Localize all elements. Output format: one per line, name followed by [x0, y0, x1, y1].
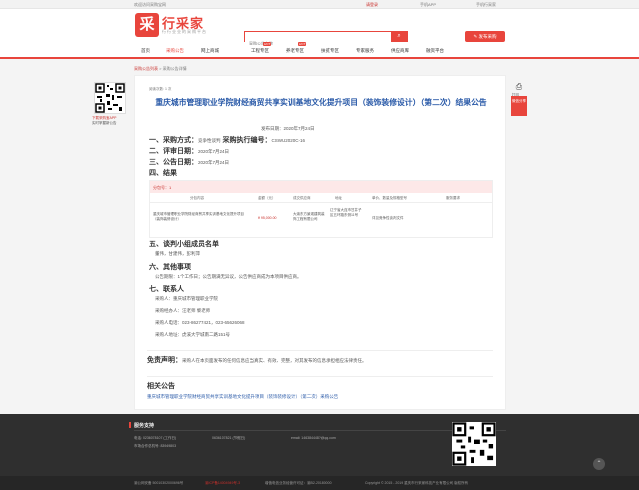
wechat-share-button[interactable]: 微信分享	[511, 96, 527, 116]
procurement-method: 一、采购方式：竞争性谈判 采购执行编号：CSWU2020C-16	[149, 137, 305, 144]
related-link[interactable]: 重庆城市管理职业学院财经商贸共享实训基地文化提升项目（装饰装修设计）（第二次）采…	[147, 394, 493, 400]
result-table: 分包号：1 分包内容 金额（元） 成交供应商 地址 单价、数量及规格型号 服务要…	[149, 180, 493, 238]
negotiation-team-members: 董伟，甘建伟，彭利萍	[155, 251, 200, 256]
disclaimer: 免责声明：采购人在本页面发布的任何信息应当真实、有效、完整，对其发布的信息承担相…	[147, 350, 493, 365]
contact-purchaser: 采购人：重庆城市管理职业学院	[155, 296, 218, 301]
qr-subcaption: 实时掌握新公告	[92, 121, 117, 125]
header: 采 行采家 行行业业的采购平台 ⌕ ✎ 发布采购	[0, 9, 639, 48]
icp-record[interactable]: 渝ICP备14004949号-3	[205, 481, 240, 486]
breadcrumb-root[interactable]: 采购公告列表	[134, 66, 158, 71]
wechat-link[interactable]: 手机行采家	[476, 2, 496, 8]
nav-item-engineering[interactable]: 工程专区	[251, 48, 269, 54]
search-icon: ⌕	[397, 33, 401, 39]
review-date: 二、评审日期：2020年7月24日	[149, 148, 230, 155]
related-title: 相关公告	[147, 383, 175, 390]
package-number: 分包号：1	[150, 181, 492, 193]
telecom-license: 增值电信业务经营许可证：渝B2-20180000	[265, 481, 332, 485]
footer-phone: 电话: 0236078107 (工作日)	[134, 436, 177, 440]
table-header: 分包内容 金额（元） 成交供应商 地址 单价、数量及规格型号 服务要求	[150, 193, 492, 203]
contact-handler: 采购经办人：汪老师 黎老师	[155, 308, 211, 313]
nav-item-poverty[interactable]: 扶贫专区	[321, 48, 339, 54]
view-count: 阅读次数: 1 次	[149, 87, 172, 91]
announcement-date: 三、公告日期：2020年7月24日	[149, 159, 230, 166]
printer-icon[interactable]: ⎙	[513, 82, 525, 92]
nav-item-suppliers[interactable]: 供应商库	[391, 48, 409, 54]
page-title: 重庆城市管理职业学院财经商贸共享实训基地文化提升项目（装饰装修设计）（第二次）结…	[155, 98, 487, 107]
top-bar: 欢迎访问采购宝网 请登录 手机APP 手机行采家	[0, 0, 639, 9]
app-link[interactable]: 手机APP	[420, 2, 436, 8]
logo-subtitle: 行行业业的采购平台	[162, 29, 207, 34]
nav-item-elderly[interactable]: 养老专区	[286, 48, 304, 54]
contact-heading: 七、联系人	[149, 286, 184, 293]
bottom-bar: 渝公网安备 50010302000696号 渝ICP备14004949号-3 增…	[0, 476, 639, 490]
other-matters-text: 公告期限：1个工作日；公告期满无异议，公告供应商成为本项目供应商。	[155, 274, 302, 279]
breadcrumb: 采购公告列表 > 采购公告详情	[134, 66, 187, 71]
app-qr-code	[94, 82, 126, 114]
search-button[interactable]: ⌕	[391, 32, 407, 41]
nav-item-mall[interactable]: 网上商城	[201, 48, 219, 54]
police-record: 渝公网安备 50010302000696号	[134, 481, 184, 485]
back-to-top-icon[interactable]: ⌃	[593, 458, 605, 470]
nav-item-experts[interactable]: 专家服务	[356, 48, 374, 54]
nav-item-finance[interactable]: 融资平台	[426, 48, 444, 54]
breadcrumb-current: 采购公告详情	[162, 66, 187, 71]
logo-icon[interactable]: 采	[135, 13, 159, 37]
footer-phone-holiday: 0636107821 (节假日)	[212, 436, 246, 440]
login-link[interactable]: 请登录	[366, 2, 378, 8]
result-heading: 四、结果	[149, 170, 177, 177]
publish-date: 发布日期：2020年7月24日	[261, 126, 315, 131]
post-procurement-button[interactable]: ✎ 发布采购	[465, 31, 505, 42]
related-notices: 相关公告 重庆城市管理职业学院财经商贸共享实训基地文化提升项目（装饰装修设计）（…	[147, 376, 493, 400]
copyright: Copyright © 2015 - 2019 重庆市行采家科技产业有限公司 版…	[365, 481, 469, 485]
search-box: ⌕	[244, 31, 408, 48]
footer-email: email: 146384448?@qq.com	[291, 436, 336, 440]
other-matters-heading: 六、其他事项	[149, 264, 191, 271]
contact-address: 采购人地址：虎溪大学城南二路151号	[155, 332, 231, 337]
footer: 服务支持 电话: 0236078107 (工作日) 0636107821 (节假…	[0, 414, 639, 476]
contact-phone: 采购人电话：023-86277421，023-65626068	[155, 320, 245, 325]
negotiation-team-heading: 五、谈判小组成员名单	[149, 241, 219, 248]
nav-item-home[interactable]: 首页	[141, 48, 150, 54]
footer-address: 市场合作总机号: 83949803	[134, 444, 177, 448]
footer-qr-code	[452, 422, 496, 466]
hot-badge: HOT	[263, 42, 272, 46]
nav-item-announcements[interactable]: 采购公告	[166, 48, 184, 54]
main-nav: 首页 采购公告 网上商城 工程专区 HOT 养老专区 HOT 扶贫专区 专家服务…	[0, 42, 639, 59]
notice-panel: 阅读次数: 1 次 重庆城市管理职业学院财经商贸共享实训基地文化提升项目（装饰装…	[134, 75, 506, 410]
welcome-text: 欢迎访问采购宝网	[134, 2, 166, 7]
footer-title: 服务支持	[128, 422, 155, 429]
table-row: 重庆城市管理职业学院财经商贸共享实训基地文化提升项目（装饰装修设计） ¥ 95,…	[153, 208, 404, 221]
hot-badge: HOT	[298, 42, 307, 46]
